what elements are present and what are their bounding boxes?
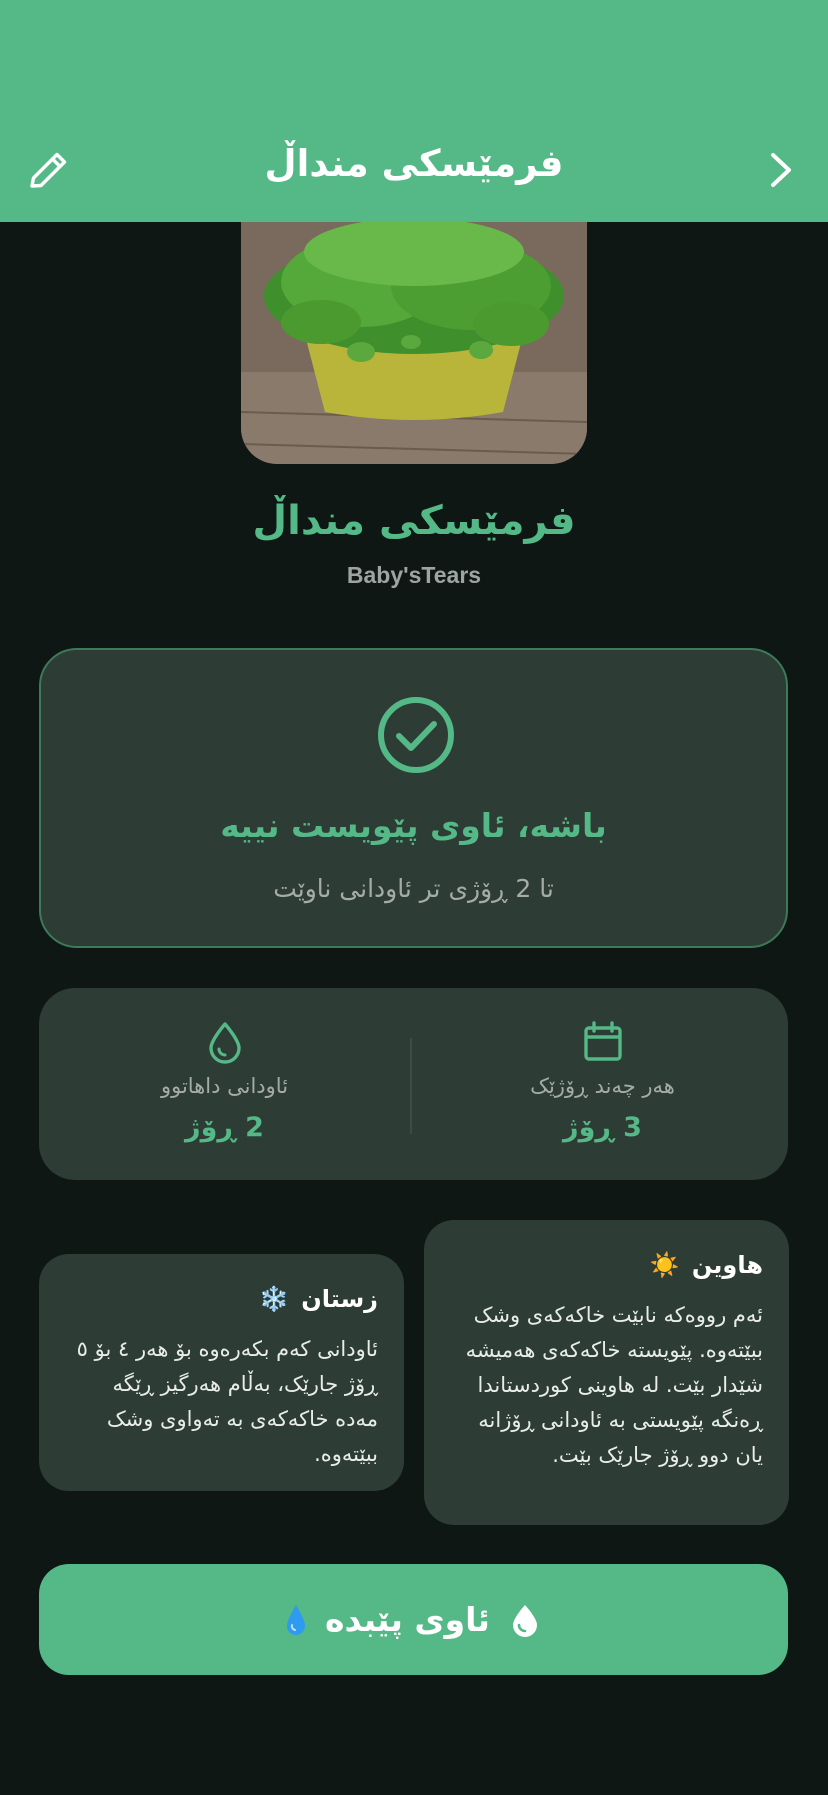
stat-frequency: هەر چەند ڕۆژێک 3 ڕۆژ bbox=[417, 988, 788, 1180]
back-button[interactable] bbox=[756, 145, 806, 195]
winter-text: ئاودانی کەم بکەرەوە بۆ هەر ٤ بۆ ٥ ڕۆژ جا… bbox=[76, 1337, 378, 1466]
status-title: باشە، ئاوی پێویست نییە bbox=[220, 806, 607, 845]
stat-next-watering: ئاودانی داهاتوو 2 ڕۆژ bbox=[39, 988, 410, 1180]
snowflake-icon: ❄️ bbox=[259, 1285, 290, 1313]
droplet-icon bbox=[209, 1022, 241, 1064]
droplet-icon bbox=[512, 1604, 537, 1637]
winter-card: زستان ❄️ ئاودانی کەم بکەرەوە بۆ هەر ٤ بۆ… bbox=[39, 1254, 404, 1491]
water-button[interactable]: ئاوی پێبدە bbox=[39, 1564, 788, 1675]
stat-frequency-value: 3 ڕۆژ bbox=[563, 1112, 642, 1143]
plant-latin-name: Baby'sTears bbox=[346, 562, 482, 588]
calendar-icon bbox=[584, 1021, 622, 1061]
watering-stats-card: هەر چەند ڕۆژێک 3 ڕۆژ ئاودانی داهاتوو 2 ڕ… bbox=[39, 988, 788, 1180]
stats-divider bbox=[410, 1038, 412, 1134]
stat-next-watering-value: 2 ڕۆژ bbox=[185, 1112, 264, 1143]
status-subtitle: تا 2 ڕۆژی تر ئاودانی ناوێت bbox=[273, 874, 554, 903]
stat-frequency-label: هەر چەند ڕۆژێک bbox=[530, 1074, 675, 1098]
water-drop-emoji-icon bbox=[287, 1604, 306, 1635]
app-header: فرمێسکی منداڵ bbox=[0, 0, 828, 222]
winter-title: زستان bbox=[301, 1285, 378, 1313]
summer-card: هاوین ☀️ ئەم رووەکە نابێت خاکەکەی وشک بب… bbox=[424, 1220, 789, 1525]
sun-icon: ☀️ bbox=[649, 1251, 680, 1279]
page-title: فرمێسکی منداڵ bbox=[264, 142, 564, 185]
check-circle-icon bbox=[378, 697, 454, 773]
watering-status-card: باشە، ئاوی پێویست نییە تا 2 ڕۆژی تر ئاود… bbox=[39, 648, 788, 948]
plant-photo bbox=[241, 222, 587, 464]
water-button-label: ئاوی پێبدە bbox=[325, 1600, 490, 1639]
stat-next-watering-label: ئاودانی داهاتوو bbox=[160, 1074, 289, 1098]
summer-title: هاوین bbox=[691, 1251, 763, 1279]
summer-text: ئەم رووەکە نابێت خاکەکەی وشک ببێتەوە. پێ… bbox=[465, 1303, 763, 1467]
chevron-right-icon bbox=[771, 153, 791, 187]
plant-name: فرمێسکی منداڵ bbox=[252, 498, 576, 544]
